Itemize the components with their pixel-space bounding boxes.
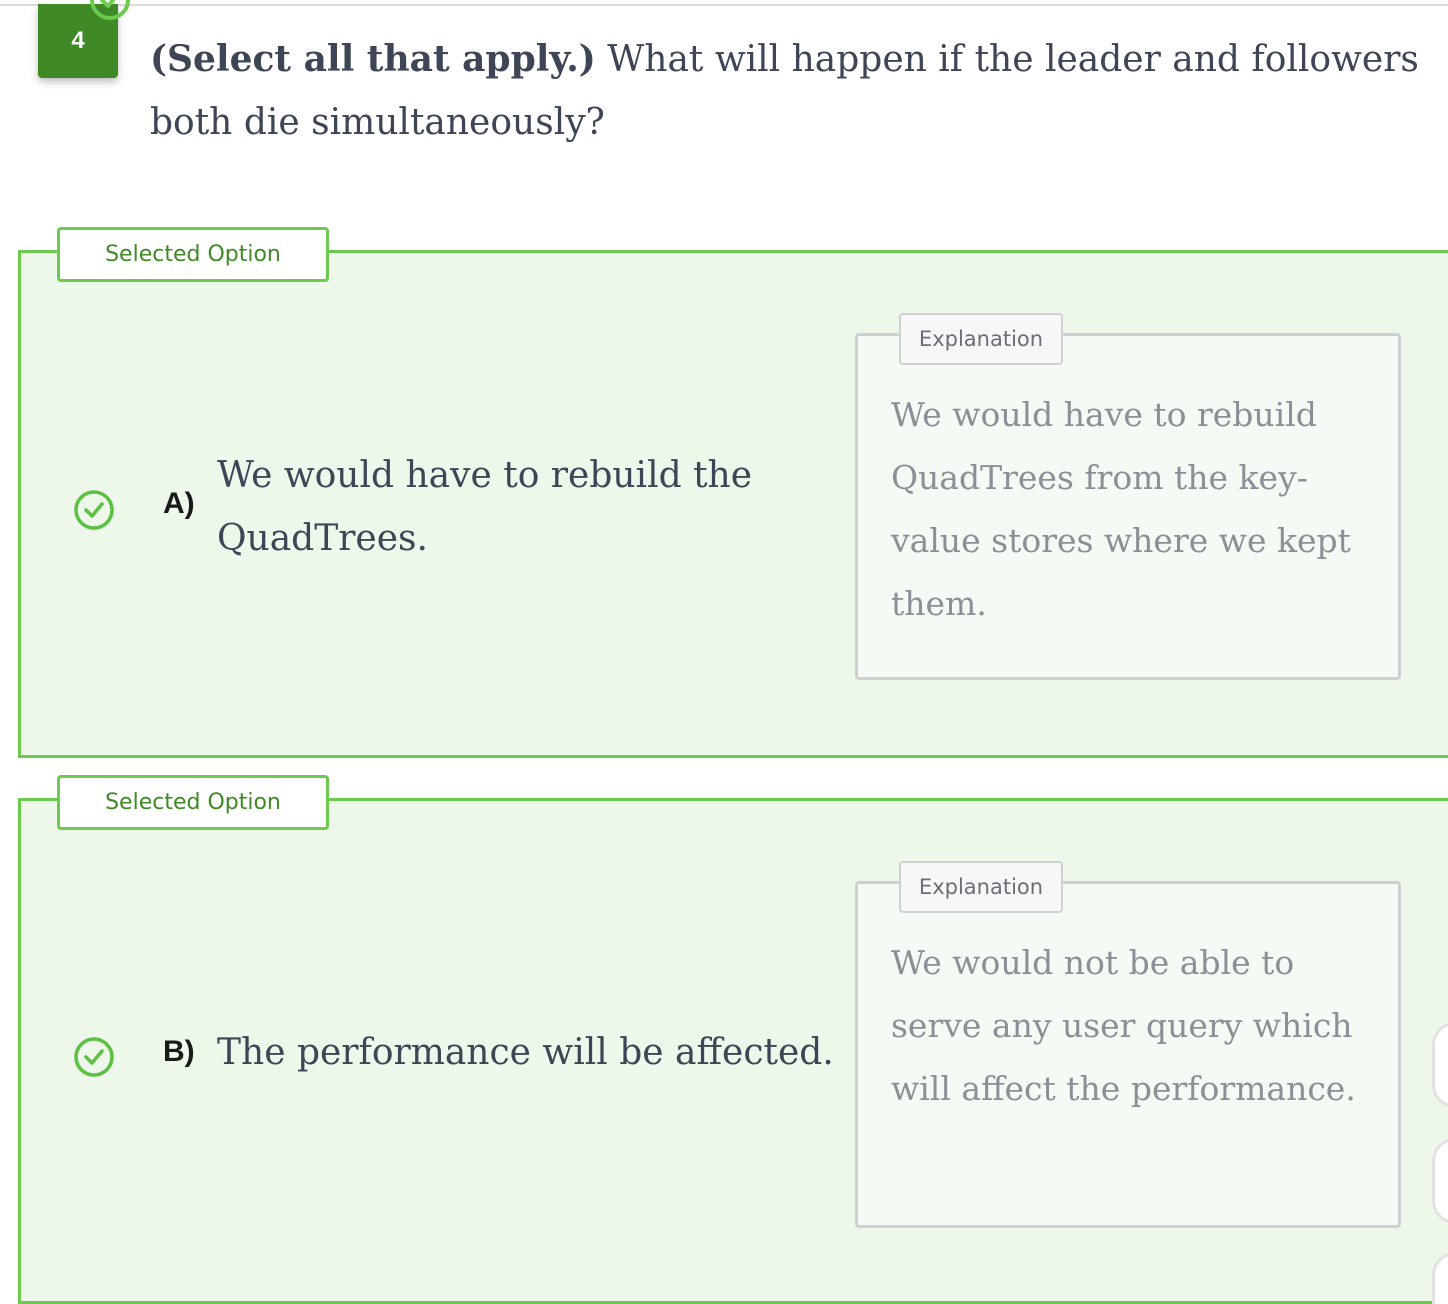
question-prefix: (Select all that apply.) [150, 38, 596, 80]
explanation-box: Explanation We would have to rebuild Qua… [855, 313, 1401, 680]
option-text: The performance will be affected. [217, 1032, 834, 1073]
top-divider [0, 4, 1448, 6]
question-number: 4 [71, 27, 85, 54]
scroll-edge-decoration [1432, 1138, 1448, 1224]
selected-option-tag: Selected Option [57, 227, 329, 282]
option-b[interactable]: Selected Option B) The performance will … [18, 775, 1448, 1304]
answered-check-icon [90, 0, 130, 20]
explanation-tag: Explanation [899, 861, 1063, 913]
option-a[interactable]: Selected Option A) We would have to rebu… [18, 227, 1448, 758]
option-letter: B) [163, 1035, 195, 1068]
option-text: We would have to rebuild the QuadTrees. [217, 455, 753, 559]
question-text: (Select all that apply.) What will happe… [150, 28, 1430, 154]
explanation-text: We would not be able to serve any user q… [891, 943, 1356, 1108]
explanation-text: We would have to rebuild QuadTrees from … [891, 395, 1351, 623]
scroll-edge-decoration [1432, 1022, 1448, 1108]
explanation-box: Explanation We would not be able to serv… [855, 861, 1401, 1228]
explanation-tag: Explanation [899, 313, 1063, 365]
check-circle-icon [74, 1037, 114, 1077]
check-circle-icon [74, 490, 114, 530]
option-letter: A) [163, 487, 195, 520]
selected-option-tag: Selected Option [57, 775, 329, 830]
